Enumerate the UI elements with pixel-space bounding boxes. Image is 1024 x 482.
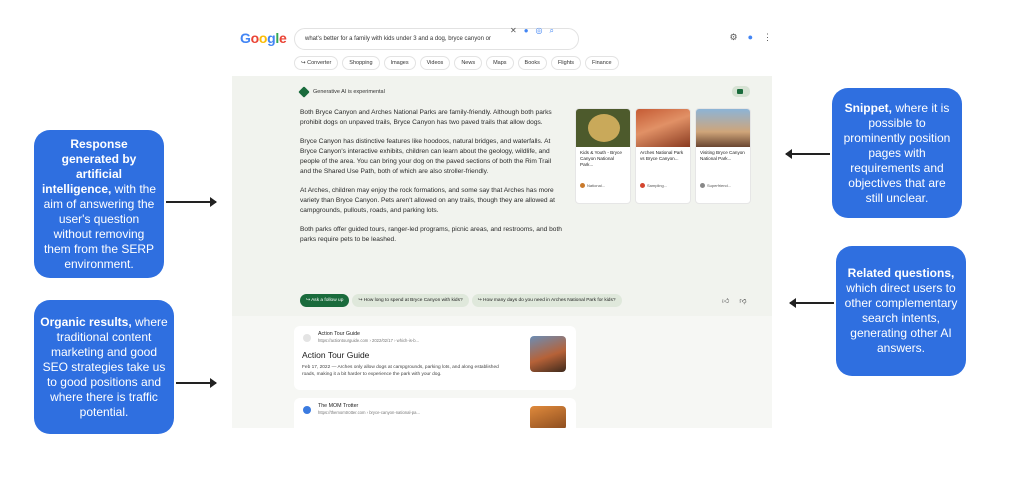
chip-books[interactable]: Books [517,56,547,70]
ai-header-text: Generative AI is experimental [313,89,385,95]
top-bar: Google what's better for a family with k… [232,20,772,76]
card-image [636,109,690,147]
filter-chips: ↪ Converter Shopping Images Videos News … [294,56,619,70]
ai-logo-icon [298,86,310,98]
card-image [696,109,750,147]
ai-expand-toggle[interactable] [732,86,750,97]
ai-paragraph: At Arches, children may enjoy the rock f… [300,187,555,214]
ai-paragraph: Both parks offer guided tours, ranger-le… [300,226,562,243]
search-icon[interactable]: ⌕ [550,26,554,36]
card-source: National... [576,179,630,192]
result-url: https://actiontourguide.com › 2022/02/17… [318,338,420,343]
ai-paragraph: Both Bryce Canyon and Arches National Pa… [300,109,552,126]
thumbs-down-icon[interactable]: 👎︎ [739,296,746,305]
result-site: The MOM Trotter [318,403,359,409]
card-title: Kids & Youth - Bryce Canyon National Par… [580,150,622,167]
snippet-card[interactable]: Kids & Youth - Bryce Canyon National Par… [575,108,631,204]
related-question-chip[interactable]: ↪ How long to spend at Bryce Canyon with… [352,294,469,307]
ai-header: Generative AI is experimental [298,86,385,98]
thumbs-up-icon[interactable]: 👍︎ [722,296,729,305]
callout-snippet: Snippet, where it is possible to promine… [832,88,962,218]
callout-related: Related questions, which direct users to… [836,246,966,376]
chip-maps[interactable]: Maps [486,56,514,70]
callout-snippet-text: where it is possible to prominently posi… [843,100,951,205]
ai-paragraph: Bryce Canyon has distinctive features li… [300,138,552,175]
ai-overview: Generative AI is experimental Both Bryce… [232,76,772,316]
result-url: https://themomtrotter.com › bryce-canyon… [318,410,420,415]
chip-converter[interactable]: ↪ Converter [294,56,339,70]
card-source: Sampling... [636,179,690,192]
callout-ai-response: Response generated by artificial intelli… [34,130,164,278]
chip-finance[interactable]: Finance [585,56,619,70]
callout-snippet-title: Snippet, [844,100,892,115]
globe-icon [303,406,311,414]
callout-organic-text: where traditional content marketing and … [42,314,168,419]
chip-shopping[interactable]: Shopping [342,56,380,70]
ai-answer-text: Both Bryce Canyon and Arches National Pa… [300,108,562,254]
organic-result[interactable]: The MOM Trotter https://themomtrotter.co… [294,398,576,428]
chip-videos[interactable]: Videos [419,56,451,70]
arrow-related [789,298,834,308]
top-right-icons: ⚙ ● ⋮ [729,32,772,43]
related-questions: ↪ Ask a follow up ↪ How long to spend at… [300,294,622,307]
result-snippet: Feb 17, 2022 — Arches only allow dogs at… [302,365,499,377]
lens-icon[interactable]: ◎ [536,26,543,36]
organic-result[interactable]: Action Tour Guide https://actiontourguid… [294,326,576,390]
gear-icon[interactable]: ⚙ [729,32,737,43]
account-icon[interactable]: ● [748,32,753,43]
snippet-card[interactable]: Arches National Park vs Bryce Canyon... … [635,108,691,204]
ai-feedback: 👍︎ 👎︎ [722,296,746,305]
card-image [576,109,630,147]
callout-organic-title: Organic results, [40,314,132,329]
search-query: what's better for a family with kids und… [305,36,491,42]
snippet-cards: Kids & Youth - Bryce Canyon National Par… [575,108,751,204]
card-title: Visiting Bryce Canyon National Park... [700,150,745,161]
related-question-chip[interactable]: ↪ How many days do you need in Arches Na… [471,294,622,307]
arrow-snippet [785,149,830,159]
result-thumbnail [530,406,566,428]
callout-related-text: which direct users to other complementar… [844,281,958,355]
mic-icon[interactable]: ● [524,26,529,36]
google-logo[interactable]: Google [240,30,287,46]
arrow-ai-response [166,197,217,207]
result-thumbnail [530,336,566,372]
clear-icon[interactable]: ✕ [510,26,517,36]
organic-results: Action Tour Guide https://actiontourguid… [232,316,772,428]
apps-icon[interactable]: ⋮ [763,32,772,43]
chip-news[interactable]: News [454,56,483,70]
callout-related-title: Related questions, [847,266,955,280]
ask-follow-up-button[interactable]: ↪ Ask a follow up [300,294,350,307]
result-site: Action Tour Guide [318,331,361,337]
card-source: Superfriend... [696,179,750,192]
search-icons: ✕ ● ◎ ⌕ [510,26,554,36]
callout-organic: Organic results, where traditional conte… [34,300,174,434]
serp-screenshot: Google what's better for a family with k… [232,20,772,428]
arrow-organic [176,378,217,388]
card-title: Arches National Park vs Bryce Canyon... [640,150,684,161]
result-title[interactable]: Action Tour Guide [302,350,369,360]
chip-flights[interactable]: Flights [550,56,582,70]
chip-images[interactable]: Images [383,56,416,70]
snippet-card[interactable]: Visiting Bryce Canyon National Park... S… [695,108,751,204]
favicon-icon [303,334,311,342]
